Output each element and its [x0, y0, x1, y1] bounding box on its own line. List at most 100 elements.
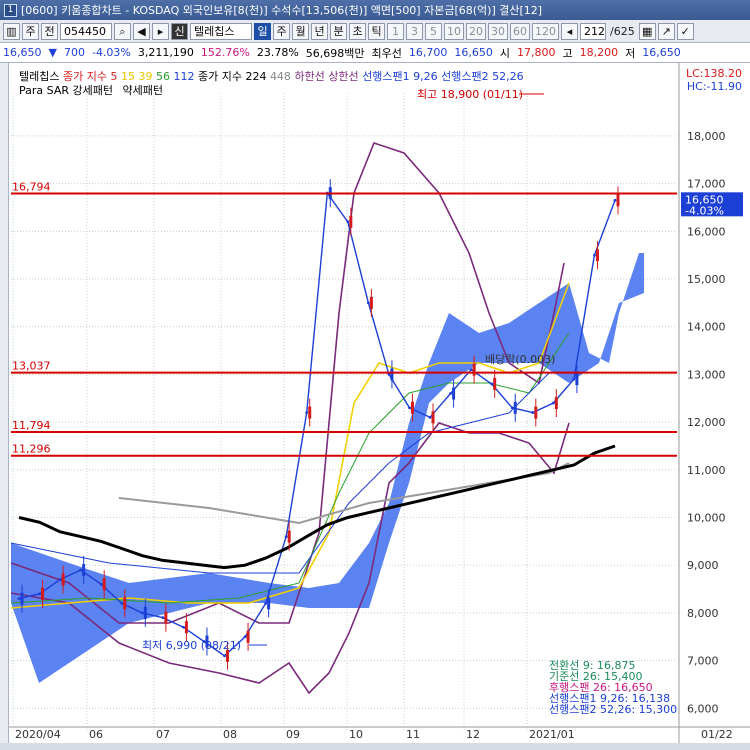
grid-icon[interactable]: ▦ — [638, 22, 656, 40]
y-tick-label: 9,000 — [687, 559, 719, 572]
y-tick-label: 16,000 — [687, 225, 726, 238]
y-tick-label: 15,000 — [687, 273, 726, 286]
search-icon[interactable]: ⌕ — [114, 22, 131, 40]
close-point — [613, 198, 617, 202]
ma-navy-line — [10, 372, 569, 574]
candle-body — [431, 411, 435, 424]
scroll-left-icon[interactable]: ◂ — [561, 22, 578, 40]
close-point — [38, 592, 41, 596]
y-tick-label: 8,000 — [687, 607, 719, 620]
speaker-icon[interactable]: ◀ — [133, 22, 150, 40]
price-line-label: 11,296 — [12, 443, 51, 456]
interval-5[interactable]: 5 — [425, 22, 442, 40]
interval-10[interactable]: 10 — [444, 22, 464, 40]
ma-grey-line — [118, 462, 570, 525]
candle-body — [41, 587, 45, 600]
close-point — [284, 535, 288, 538]
chart-svg[interactable]: 6,000 7,000 8,000 9,000 10,000 11,000 12,000 13… — [9, 63, 750, 743]
best-ask: 16,650 — [454, 46, 493, 59]
period-tick[interactable]: 틱 — [368, 22, 385, 40]
close-point — [17, 597, 21, 600]
left-scrollbar[interactable] — [0, 63, 9, 743]
interval-60[interactable]: 60 — [510, 22, 530, 40]
x-tick-label: 2020/04 — [15, 728, 61, 741]
close-point — [140, 611, 144, 615]
candle-body — [123, 597, 127, 610]
x-tick-label: 2021/01 — [529, 728, 575, 741]
y-tick-label: 10,000 — [687, 512, 726, 525]
period-weekly[interactable]: 주 — [273, 22, 290, 40]
scope-select-button[interactable]: 전 — [41, 22, 58, 40]
y-tick-label: 7,000 — [687, 655, 719, 668]
close-point — [99, 582, 103, 586]
y-tick-label: 17,000 — [687, 178, 726, 191]
interval-120[interactable]: 120 — [532, 22, 559, 40]
close-point — [551, 401, 555, 405]
change-arrow-icon: ▼ — [48, 46, 57, 59]
legend-span2: 선행스팬2 52,26 — [441, 70, 524, 83]
close-point — [305, 411, 309, 414]
price-line-label: 11,794 — [12, 419, 51, 432]
trade-value: 56,698백만 — [305, 46, 365, 60]
period-monthly[interactable]: 월 — [292, 22, 309, 40]
y-tick-label: 11,000 — [687, 464, 726, 477]
close-point — [161, 616, 165, 620]
legend-long-ma-extra: 448 — [269, 70, 291, 83]
candle-body — [143, 606, 147, 619]
period-daily[interactable]: 일 — [254, 22, 271, 40]
current-price: 16,650 — [3, 46, 42, 59]
interval-3[interactable]: 3 — [406, 22, 423, 40]
y-tick-label: 14,000 — [687, 321, 726, 334]
x-tick-label: 07 — [156, 728, 170, 741]
best-bid-label: 최우선 — [371, 46, 402, 60]
interval-20[interactable]: 20 — [466, 22, 486, 40]
candle-body — [472, 363, 476, 376]
interval-30[interactable]: 30 — [488, 22, 508, 40]
candle-body — [410, 401, 414, 414]
page-current-input[interactable]: 212 — [580, 22, 606, 40]
quote-bar: 16,650 ▼ 700 -4.03% 3,211,190 152.76% 23… — [0, 43, 750, 63]
candle-body — [20, 592, 24, 605]
candle-body — [267, 597, 271, 610]
window-icon[interactable]: 1 — [4, 3, 17, 17]
nav-next-button[interactable]: ▸ — [152, 22, 169, 40]
period-second[interactable]: 초 — [349, 22, 366, 40]
candle-body — [369, 296, 373, 309]
x-tick-label: 12 — [466, 728, 480, 741]
y-tick-label: 13,000 — [687, 368, 726, 381]
period-yearly[interactable]: 년 — [311, 22, 328, 40]
candle-body — [287, 530, 291, 543]
price-chart[interactable]: 6,000 7,000 8,000 9,000 10,000 11,000 12,000 13… — [9, 63, 750, 743]
legend-sar: Para SAR 강세패턴 — [19, 84, 113, 97]
price-line-label: 13,037 — [12, 360, 51, 373]
close-point — [428, 415, 432, 419]
candle-body — [554, 397, 558, 410]
toolbar: ▥ 주 전 054450 ⌕ ◀ ▸ 신 텔레칩스 일 주 월 년 분 초 틱 … — [0, 20, 750, 43]
candle-body — [616, 194, 620, 207]
volume-ratio: 152.76% — [200, 46, 250, 59]
dividend-annotation: 배당락(0.003) — [485, 353, 555, 366]
high-price: 18,200 — [579, 46, 619, 59]
layout-toggle-button[interactable]: ▥ — [3, 22, 20, 40]
stock-name-field[interactable]: 텔레칩스 — [190, 22, 252, 40]
lc-value: LC:138.20 — [685, 67, 742, 80]
draw-tool-icon[interactable]: ↗ — [657, 22, 675, 40]
candle-body — [390, 368, 394, 381]
legend-row-2: Para SAR 강세패턴 약세패턴 — [19, 82, 163, 98]
check-icon[interactable]: ✓ — [676, 22, 694, 40]
x-tick-label: 09 — [286, 728, 300, 741]
candle-body — [534, 406, 538, 419]
period-minute[interactable]: 분 — [330, 22, 347, 40]
ichimoku-value: 선행스팬2 52,26: 15,300 — [549, 703, 677, 716]
market-select-button[interactable]: 주 — [22, 22, 39, 40]
stock-code-input[interactable]: 054450 — [60, 22, 112, 40]
interval-1[interactable]: 1 — [387, 22, 404, 40]
current-price-box-pct: -4.03% — [685, 204, 724, 217]
hc-value: HC:-11.90 — [686, 80, 742, 93]
close-point — [79, 568, 83, 572]
candle-body — [184, 621, 188, 634]
x-tick-label: 08 — [223, 728, 237, 741]
volume: 3,211,190 — [137, 46, 194, 59]
y-tick-label: 18,000 — [687, 130, 726, 143]
price-change-pct: -4.03% — [91, 46, 131, 59]
